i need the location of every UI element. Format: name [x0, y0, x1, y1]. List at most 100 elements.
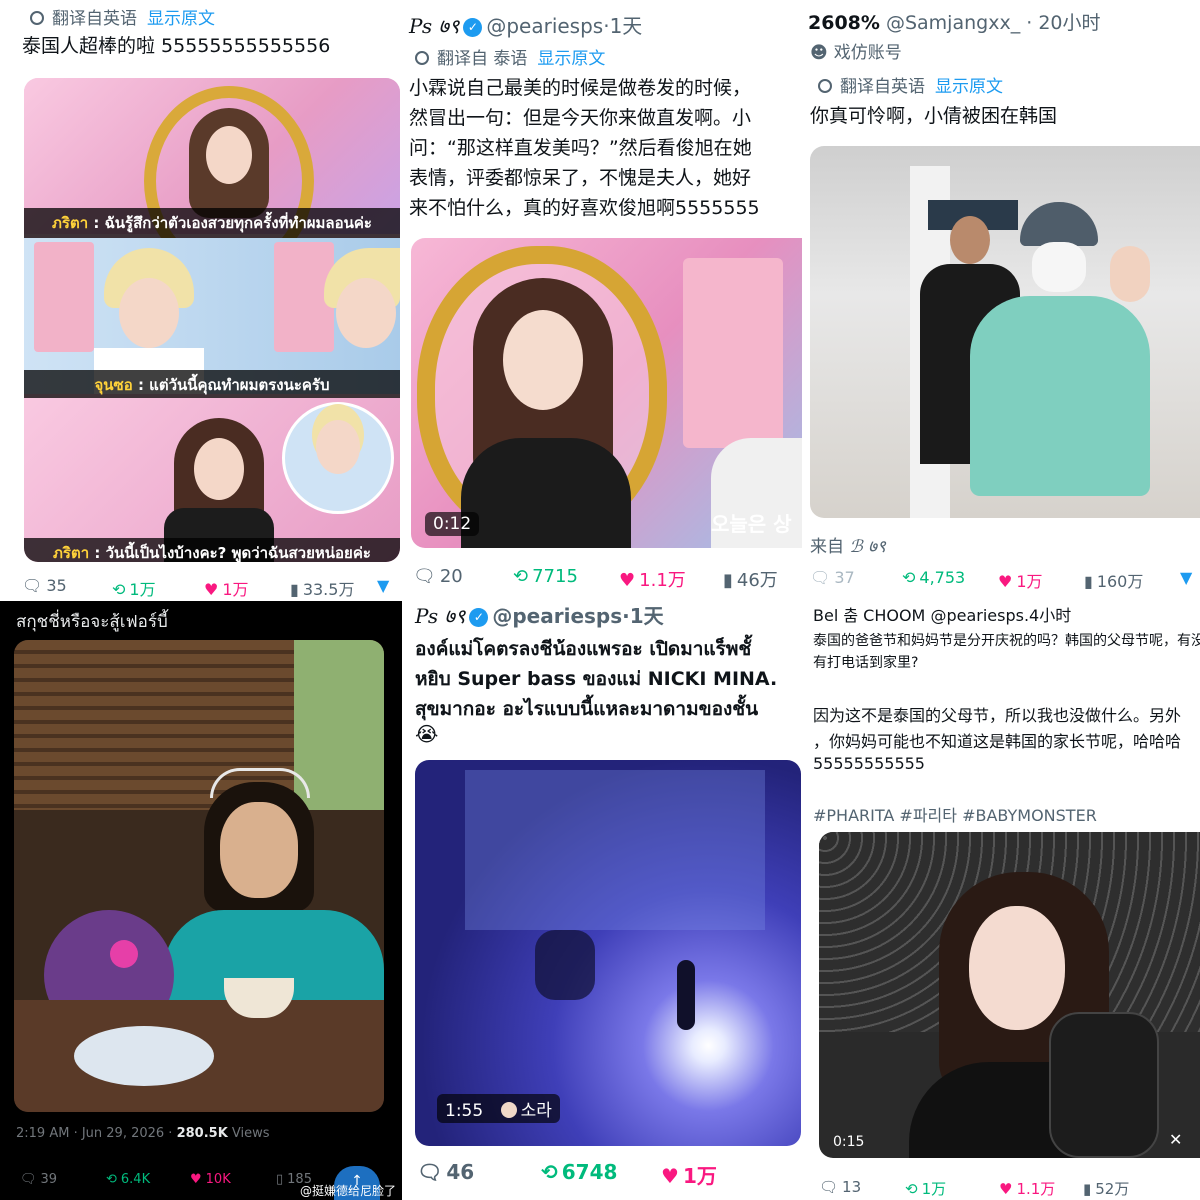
teal-top	[970, 296, 1150, 496]
like-button[interactable]: ♥ 1万	[661, 1160, 717, 1189]
reply-icon: 🗨	[413, 566, 436, 587]
reply-button[interactable]: 🗨 37	[810, 568, 855, 587]
like-button[interactable]: ♥ 1.1万	[619, 566, 686, 592]
tweet-text-line-5: 来不怕什么，真的好喜欢俊旭啊5555555	[409, 197, 760, 219]
tweet-panel-1: 翻译自英语 显示原文 泰国人超棒的啦 55555555555556 ภริตา :…	[0, 0, 405, 600]
translation-notice: 翻译自 泰语 显示原文	[415, 44, 605, 69]
reply-button[interactable]: 🗨 20	[413, 566, 463, 587]
tweet-text-line-1: องค์แม่โคตรลงชีน้องแพรอะ เปิดมาแร็พชั้	[415, 638, 752, 660]
views-button[interactable]: ▮ 33.5万	[290, 576, 354, 600]
tweet-video[interactable]: 1:55 소라	[415, 760, 801, 1146]
jacket	[461, 438, 631, 548]
video-frame-2: จุนซอ : แต่วันนี้คุณทำผมตรงนะครับ	[24, 238, 400, 400]
window-view	[294, 640, 384, 810]
retweet-icon: ⟲	[112, 580, 126, 599]
tweet-video[interactable]: 오늘은 상 0:12	[411, 238, 802, 548]
tweet-panel-5: Ps ७९ ✓ @peariesps·1天 องค์แม่โคตรลงชีน้องแ…	[403, 600, 805, 1200]
bodyguard-head	[950, 216, 990, 264]
retweet-icon: ⟲	[541, 1160, 558, 1184]
reply-icon: 🗨	[417, 1160, 443, 1184]
heart-icon: ♥	[999, 1180, 1013, 1198]
tweet-text-line-4: 😭	[415, 722, 439, 746]
bookmark-button[interactable]: ▼	[1180, 568, 1192, 587]
source-name[interactable]: ℬ ७९	[849, 537, 885, 557]
like-button[interactable]: ♥ 1.1万	[999, 1178, 1055, 1199]
retweet-button[interactable]: ⟲ 1万	[112, 576, 156, 600]
bookmark-button[interactable]: ▼	[377, 576, 389, 595]
author-handle[interactable]: @peariesps	[486, 14, 603, 38]
translate-icon	[30, 11, 44, 25]
tweet-video-collage[interactable]: ภริตา : ฉันรู้สึกว่าตัวเองสวยทุกครั้งที่…	[24, 78, 400, 562]
retweet-button[interactable]: ⟲ 1万	[905, 1178, 946, 1199]
tweet-header: Ps ७९ ✓ @peariesps·1天	[409, 10, 642, 39]
retweet-button[interactable]: ⟲ 7715	[513, 566, 578, 587]
man-face-right	[336, 278, 396, 348]
author-name[interactable]: Ps ७९	[409, 14, 459, 38]
grid-divider-vertical-1	[402, 600, 405, 1200]
tweet-actions: 🗨 20 ⟲ 7715 ♥ 1.1万 ▮ 46万	[413, 566, 802, 592]
reply-button[interactable]: 🗨 46	[417, 1160, 474, 1184]
retweet-button[interactable]: ⟲ 4,753	[902, 568, 965, 587]
show-original-link[interactable]: 显示原文	[935, 77, 1003, 97]
tweet-video[interactable]: 0:15 ✕	[819, 832, 1200, 1158]
singer-face	[206, 126, 252, 184]
bookmark-icon: ▯	[276, 1172, 284, 1187]
views-icon: ▮	[723, 570, 733, 591]
tweet-image[interactable]	[14, 640, 384, 1112]
like-button[interactable]: ♥ 1万	[204, 576, 249, 600]
author-handle[interactable]: @Samjangxx_	[886, 12, 1020, 34]
reply-button[interactable]: 🗨 35	[22, 576, 67, 595]
tweet-time: ·1天	[622, 604, 664, 628]
reply-button[interactable]: 🗨 13	[819, 1178, 861, 1196]
author-handle[interactable]: @peariesps	[492, 604, 622, 628]
views-icon: ▮	[290, 580, 299, 599]
tweet-panel-2: Ps ७९ ✓ @peariesps·1天 翻译自 泰语 显示原文 小霖说自己最美的时…	[405, 0, 802, 600]
stage-screen	[465, 770, 765, 930]
views-button[interactable]: ▮ 160万	[1084, 568, 1143, 592]
like-button[interactable]: ♥ 1万	[998, 568, 1043, 592]
retweet-icon: ⟲	[902, 568, 916, 587]
reply-icon: 🗨	[810, 568, 831, 587]
plate	[74, 1026, 214, 1086]
author-name[interactable]: 2608%	[808, 12, 880, 34]
tweet-panel-4: สกุชชี่หรือจะสู้เฟอร์บี้ 2:19 AM · Jun 2…	[0, 600, 403, 1200]
creator-avatar	[500, 1102, 517, 1118]
tweet-text-line-2: หยิบ Super bass ของแม่ NICKI MINA.	[415, 668, 778, 690]
mute-icon[interactable]: ✕	[1169, 1130, 1182, 1149]
weibo-watermark: @挺嫌德给尼脸了	[300, 1184, 397, 1198]
subtitle-1: ภริตา : ฉันรู้สึกว่าตัวเองสวยทุกครั้งที่…	[24, 208, 400, 238]
views-button[interactable]: ▮ 46万	[723, 566, 778, 592]
retweet-button[interactable]: ⟲ 6.4K	[106, 1172, 150, 1187]
quote-text-line-1: 泰国的爸爸节和妈妈节是分开庆祝的吗？韩国的父母节呢，有没	[813, 633, 1200, 649]
tweet-text: 泰国人超棒的啦 55555555555556	[22, 35, 331, 57]
performer	[677, 960, 695, 1030]
face-mask	[1032, 242, 1086, 292]
tweet-text: สกุชชี่หรือจะสู้เฟอร์บี้	[16, 612, 168, 632]
tweet-actions: 🗨 35 ⟲ 1万 ♥ 1万 ▮ 33.5万 ▼	[22, 576, 402, 600]
quote-text-line-2: 有打电话到家里?	[813, 655, 919, 671]
retweet-button[interactable]: ⟲ 6748	[541, 1160, 617, 1184]
views-button[interactable]: ▮ 52万	[1083, 1178, 1129, 1199]
author-name[interactable]: Ps ७९	[415, 604, 465, 628]
tweet-text: 你真可怜啊，小倩被困在韩国	[810, 105, 1058, 127]
like-button[interactable]: ♥ 10K	[190, 1172, 231, 1187]
grid-divider-horizontal	[0, 598, 1200, 601]
singer-face	[503, 310, 583, 410]
dancers	[535, 930, 595, 1000]
tweet-actions: 🗨 46 ⟲ 6748 ♥ 1万	[417, 1160, 805, 1188]
tweet-time: ·1天	[603, 14, 643, 38]
cereal-box	[683, 258, 783, 448]
reply-button[interactable]: 🗨 39	[20, 1172, 57, 1187]
show-original-link[interactable]: 显示原文	[147, 9, 215, 29]
show-original-link[interactable]: 显示原文	[537, 49, 605, 69]
tweet-actions: 🗨 13 ⟲ 1万 ♥ 1.1万 ▮ 52万	[819, 1178, 1199, 1200]
quote-header: Bel 춤 CHOOM @peariesps.4小时	[813, 606, 1072, 625]
singer-face-laughing	[194, 438, 244, 500]
tweet-image[interactable]	[810, 146, 1200, 518]
hashtags[interactable]: #PHARITA #파리타 #BABYMONSTER	[813, 802, 1097, 826]
mask-icon: ☻	[810, 43, 828, 63]
video-duration: 1:55 소라	[437, 1094, 560, 1123]
bookmark-icon: ▼	[377, 576, 390, 595]
tweet-actions: 🗨 37 ⟲ 4,753 ♥ 1万 ▮ 160万 ▼	[810, 568, 1200, 592]
heart-icon: ♥	[619, 570, 636, 591]
